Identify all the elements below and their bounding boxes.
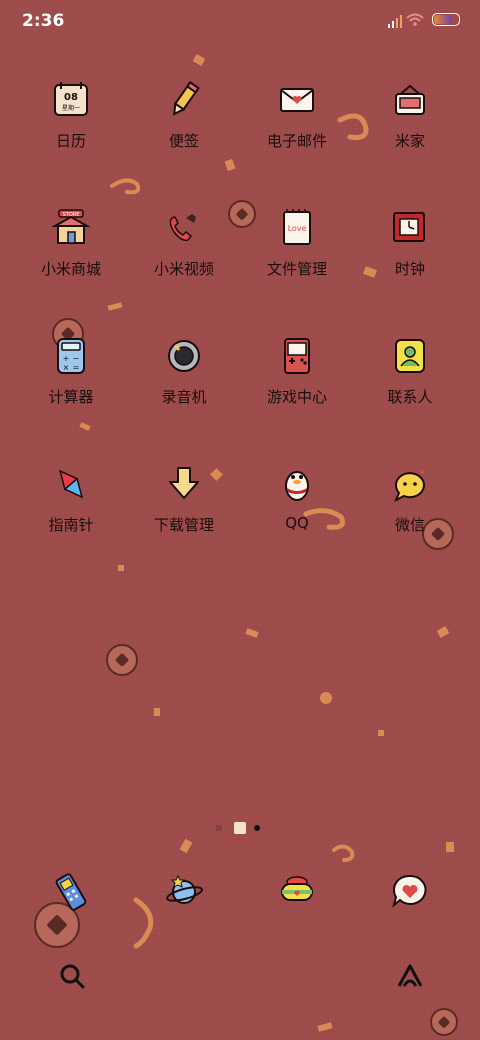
app-label: 小米商城 [40, 260, 101, 278]
app-label: 电子邮件 [266, 132, 327, 150]
store-icon: STORE [51, 209, 91, 244]
app-mi-video[interactable]: 小米视频 [128, 208, 240, 308]
app-game-center[interactable]: 游戏中心 [241, 336, 353, 436]
notebook-text: Love [288, 224, 307, 233]
app-clock[interactable]: 时钟 [354, 208, 466, 308]
download-arrow-icon [169, 467, 199, 499]
app-label: 指南针 [48, 516, 94, 534]
app-recorder[interactable]: 录音机 [128, 336, 240, 436]
app-label: 计算器 [48, 388, 94, 406]
chat-bubble-icon [394, 470, 425, 503]
heart-message-icon[interactable] [390, 872, 430, 912]
contacts-icon [395, 339, 425, 373]
app-label: 小米视频 [153, 260, 214, 278]
app-email[interactable]: 电子邮件 [241, 80, 353, 180]
signal-icon [388, 15, 402, 28]
page-dot-active [254, 825, 260, 831]
app-contacts[interactable]: 联系人 [354, 336, 466, 436]
home-device-icon [395, 84, 425, 115]
gameboy-icon [284, 338, 310, 374]
search-icon[interactable] [58, 962, 86, 990]
planet-icon[interactable] [164, 872, 204, 912]
svg-text:−: − [73, 354, 80, 363]
coin-decoration [430, 1008, 458, 1036]
svg-text:=: = [73, 363, 80, 372]
phone-icon[interactable] [51, 872, 91, 912]
app-label: 下载管理 [153, 516, 214, 534]
recorder-icon [168, 340, 200, 372]
app-mi-store[interactable]: STORE 小米商城 [15, 208, 127, 308]
app-mijia[interactable]: 米家 [354, 80, 466, 180]
status-time: 2:36 [22, 11, 65, 31]
app-wechat[interactable]: 微信 [354, 464, 466, 564]
calendar-day: 08 [64, 92, 78, 103]
app-label: 录音机 [161, 388, 207, 406]
app-label: 米家 [394, 132, 425, 150]
app-compass[interactable]: 指南针 [15, 464, 127, 564]
compass-icon [58, 469, 84, 499]
app-label: 便签 [168, 132, 199, 150]
coin-decoration [106, 644, 138, 676]
video-phone-icon [169, 214, 196, 242]
app-label: 游戏中心 [266, 388, 327, 406]
pencil-icon [173, 80, 200, 116]
clock-icon [393, 212, 425, 242]
app-file-manager[interactable]: Love 文件管理 [241, 208, 353, 308]
app-label: QQ [285, 514, 309, 532]
wifi-icon [406, 13, 424, 26]
svg-text:+: + [63, 354, 70, 363]
calculator-icon: + − × = [57, 338, 85, 374]
app-label: 微信 [394, 516, 425, 534]
app-calculator[interactable]: + − × = 计算器 [15, 336, 127, 436]
calendar-icon: 08 星期一 [54, 82, 88, 116]
candy-icon[interactable] [277, 872, 317, 912]
app-label: 时钟 [394, 260, 425, 278]
app-label: 文件管理 [266, 260, 327, 278]
calendar-weekday: 星期一 [62, 104, 80, 112]
status-bar: 2:36 [0, 0, 480, 44]
svg-text:×: × [63, 363, 70, 372]
penguin-icon [285, 471, 309, 501]
app-downloads[interactable]: 下载管理 [128, 464, 240, 564]
app-label: 联系人 [387, 388, 433, 406]
app-drawer-icon[interactable] [396, 962, 424, 990]
app-qq[interactable]: QQ [241, 464, 353, 564]
list-page-icon [216, 825, 222, 831]
notebook-icon: Love [283, 209, 311, 245]
app-notes[interactable]: 便签 [128, 80, 240, 180]
battery-icon [432, 13, 460, 26]
home-page-icon [234, 822, 246, 834]
app-calendar[interactable]: 08 星期一 日历 [15, 80, 127, 180]
app-label: 日历 [55, 132, 86, 150]
envelope-icon [280, 88, 314, 112]
